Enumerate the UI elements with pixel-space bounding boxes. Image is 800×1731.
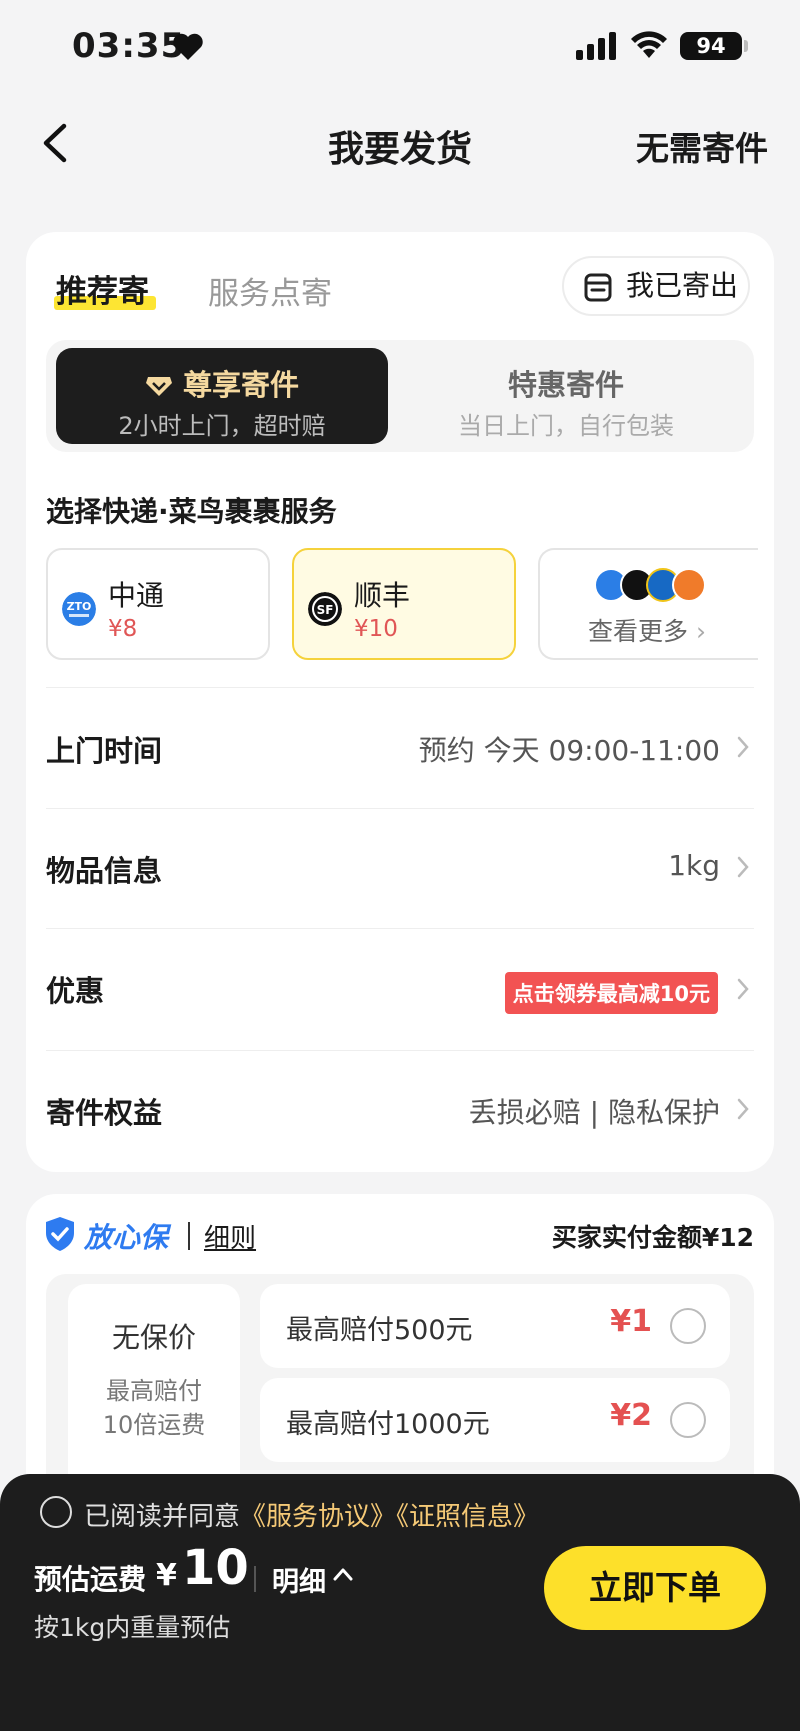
courier-option-sf[interactable]: SF 顺丰 ¥10 bbox=[292, 548, 516, 660]
divider bbox=[254, 1566, 256, 1592]
estimated-fee-label: 预估运费 bbox=[34, 1563, 147, 1596]
nav-bar: 我要发货 无需寄件 bbox=[0, 100, 800, 190]
chevron-right-icon bbox=[737, 736, 749, 758]
chevron-right-icon bbox=[737, 1098, 749, 1120]
row-label: 物品信息 bbox=[46, 854, 163, 888]
courier-logo-stack bbox=[594, 568, 706, 606]
segment-premium-subtitle: 2小时上门，超时赔 bbox=[118, 412, 326, 440]
checkout-footer: 已阅读并同意《服务协议》《证照信息》 预估运费 ¥ 10 明细 按1kg内重量预… bbox=[0, 1474, 800, 1731]
status-time: 03:35 bbox=[72, 26, 186, 66]
insurance-rules-link[interactable]: 细则 bbox=[204, 1218, 256, 1255]
row-value: 预约 今天 09:00-11:00 bbox=[418, 734, 720, 767]
place-order-button[interactable]: 立即下单 bbox=[544, 1546, 766, 1630]
radio-button[interactable] bbox=[670, 1308, 706, 1344]
courier-price: ¥10 bbox=[354, 616, 398, 642]
package-list-icon bbox=[584, 273, 612, 302]
row-label: 上门时间 bbox=[46, 734, 163, 768]
option-label: 最高赔付500元 bbox=[286, 1315, 473, 1346]
courier-name: 顺丰 bbox=[354, 579, 411, 612]
currency-symbol: ¥ bbox=[156, 1558, 177, 1593]
shipping-type-selector: 尊享寄件 2小时上门，超时赔 特惠寄件 当日上门，自行包装 bbox=[46, 340, 754, 452]
divider bbox=[46, 687, 754, 688]
heart-icon bbox=[173, 33, 203, 60]
buyer-paid-amount: 买家实付金额¥12 bbox=[551, 1223, 754, 1252]
battery-tip bbox=[744, 40, 748, 52]
courier-more-button[interactable]: 查看更多 › bbox=[538, 548, 758, 660]
segment-discount-subtitle: 当日上门，自行包装 bbox=[458, 412, 674, 440]
divider bbox=[46, 928, 754, 929]
estimated-fee-amount: 10 bbox=[182, 1540, 249, 1596]
battery-indicator: 94 bbox=[680, 32, 742, 60]
already-sent-button[interactable]: 我已寄出 bbox=[562, 256, 750, 316]
view-more-label: 查看更多 › bbox=[588, 617, 706, 646]
insurance-option-1000[interactable]: 最高赔付1000元 ¥2 bbox=[260, 1378, 730, 1462]
courier-section-label: 选择快递·菜鸟裹裹服务 bbox=[46, 495, 337, 528]
row-label: 寄件权益 bbox=[46, 1096, 163, 1130]
wifi-icon bbox=[631, 31, 667, 58]
service-agreement-link[interactable]: 《服务协议》 bbox=[240, 1502, 396, 1532]
no-shipping-needed-button[interactable]: 无需寄件 bbox=[636, 122, 768, 170]
agreement-text: 已阅读并同意《服务协议》《证照信息》 bbox=[84, 1502, 540, 1532]
option-subtitle: 最高赔付 10倍运费 bbox=[102, 1377, 206, 1439]
row-value: 丢损必赔 | 隐私保护 bbox=[468, 1096, 720, 1129]
segment-discount[interactable]: 特惠寄件 当日上门，自行包装 bbox=[388, 348, 744, 444]
signal-icon bbox=[576, 32, 616, 60]
courier-name: 中通 bbox=[108, 579, 165, 612]
svg-text:ZTO: ZTO bbox=[67, 600, 92, 613]
truck-logo-icon bbox=[672, 568, 706, 602]
option-label: 最高赔付1000元 bbox=[286, 1409, 490, 1440]
chevron-right-icon bbox=[737, 978, 749, 1000]
courier-option-zto[interactable]: ZTO 中通 ¥8 bbox=[46, 548, 270, 660]
tab-service-point[interactable]: 服务点寄 bbox=[208, 268, 332, 313]
segment-premium[interactable]: 尊享寄件 2小时上门，超时赔 bbox=[56, 348, 388, 444]
option-title: 无保价 bbox=[111, 1321, 196, 1354]
divider bbox=[46, 808, 754, 809]
fee-note: 按1kg内重量预估 bbox=[34, 1613, 231, 1642]
divider bbox=[188, 1222, 190, 1250]
zto-logo-icon: ZTO bbox=[62, 592, 96, 626]
courier-price: ¥8 bbox=[108, 616, 138, 642]
segment-premium-title: 尊享寄件 bbox=[182, 368, 299, 402]
fee-detail-button[interactable]: 明细 bbox=[272, 1560, 326, 1599]
coupon-badge[interactable]: 点击领券最高减10元 bbox=[504, 972, 718, 1014]
license-info-link[interactable]: 《证照信息》 bbox=[396, 1502, 539, 1532]
insurance-option-500[interactable]: 最高赔付500元 ¥1 bbox=[260, 1284, 730, 1368]
agreement-checkbox[interactable] bbox=[40, 1496, 72, 1528]
insurance-title: 放心保 bbox=[84, 1221, 169, 1254]
tab-recommend-label: 推荐寄 bbox=[56, 274, 149, 310]
shield-check-icon bbox=[46, 1217, 74, 1251]
divider bbox=[46, 1050, 754, 1051]
option-price: ¥2 bbox=[610, 1398, 652, 1433]
shipping-card: 推荐寄 服务点寄 我已寄出 尊享寄件 2小时上门，超时赔 特惠寄件 当日上门，自… bbox=[26, 232, 774, 1172]
diamond-icon bbox=[145, 377, 172, 396]
svg-text:SF: SF bbox=[317, 603, 334, 617]
tab-recommend[interactable]: 推荐寄 bbox=[56, 266, 149, 311]
status-bar: 03:35 94 bbox=[0, 0, 800, 100]
segment-discount-title: 特惠寄件 bbox=[507, 368, 624, 402]
chevron-up-icon[interactable] bbox=[332, 1566, 354, 1582]
row-label: 优惠 bbox=[46, 974, 105, 1008]
sf-logo-icon: SF bbox=[308, 592, 342, 626]
row-value: 1kg bbox=[668, 849, 720, 882]
chevron-right-icon bbox=[737, 856, 749, 878]
already-sent-label: 我已寄出 bbox=[626, 269, 739, 302]
option-price: ¥1 bbox=[610, 1304, 652, 1339]
radio-button[interactable] bbox=[670, 1402, 706, 1438]
